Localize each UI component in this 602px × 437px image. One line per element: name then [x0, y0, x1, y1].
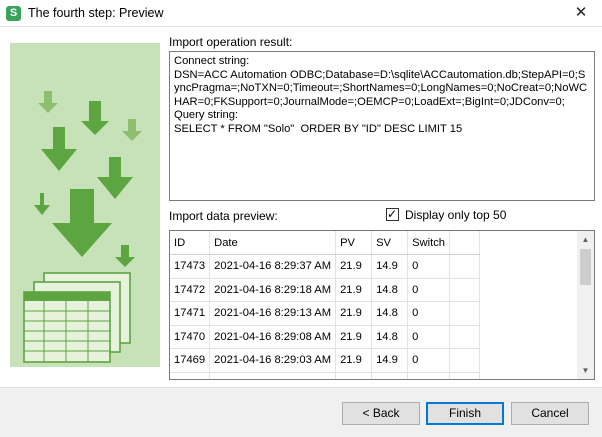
column-header-filler	[449, 231, 481, 255]
table-cell-filler	[449, 254, 481, 279]
column-header[interactable]: Date	[209, 231, 337, 255]
table-cell: 17469	[170, 348, 211, 373]
column-header[interactable]: PV	[335, 231, 373, 255]
table-cell: 17473	[170, 254, 211, 279]
column-header[interactable]: ID	[170, 231, 211, 255]
cancel-button[interactable]: Cancel	[511, 402, 589, 425]
table-cell: 17472	[170, 278, 211, 302]
table-cell: 2021-04-16 8:29:18 AM	[209, 278, 337, 302]
scrollbar-thumb[interactable]	[580, 249, 591, 285]
table-cell: 21.9	[335, 301, 373, 326]
table-cell-filler	[449, 372, 481, 379]
wizard-content: Import operation result: Connect string:…	[0, 27, 602, 387]
table-cell: 0	[407, 325, 451, 349]
table-cell: 14.8	[371, 278, 409, 302]
table-cell: 2021-04-16 8:28:58 AM	[209, 372, 337, 379]
table-cell: 0	[407, 372, 451, 379]
vertical-scrollbar[interactable]: ▲ ▼	[577, 231, 594, 379]
close-icon[interactable]: ✕	[560, 0, 602, 27]
table-cell: 0	[407, 348, 451, 373]
table-cell: 0	[407, 278, 451, 302]
table-row[interactable]: 17468 2021-04-16 8:28:58 AM 21.9 14.8 0	[170, 372, 481, 379]
table-cell: 17468	[170, 372, 211, 379]
table-cell: 14.8	[371, 301, 409, 326]
title-bar: S The fourth step: Preview ✕	[0, 0, 602, 27]
back-button[interactable]: < Back	[342, 402, 420, 425]
window-title: The fourth step: Preview	[28, 6, 164, 20]
download-arrows-icon	[23, 91, 142, 363]
scroll-up-icon[interactable]: ▲	[577, 231, 594, 248]
column-header[interactable]: Switch	[407, 231, 451, 255]
checkmark-icon: ✓	[387, 207, 398, 221]
table-cell: 21.9	[335, 372, 373, 379]
preview-grid[interactable]: ID Date PV SV Switch 17473 2021-04-16 8:…	[169, 230, 595, 380]
table-cell: 2021-04-16 8:29:08 AM	[209, 325, 337, 349]
table-cell-filler	[449, 348, 481, 373]
table-cell: 17470	[170, 325, 211, 349]
scroll-down-icon[interactable]: ▼	[577, 362, 594, 379]
table-cell: 14.9	[371, 348, 409, 373]
table-cell: 21.9	[335, 325, 373, 349]
result-textbox[interactable]: Connect string: DSN=ACC Automation ODBC;…	[169, 51, 595, 201]
display-top-label[interactable]: Display only top 50	[405, 208, 506, 222]
preview-label: Import data preview:	[169, 209, 278, 223]
app-icon: S	[6, 6, 21, 21]
table-cell: 0	[407, 301, 451, 326]
finish-button[interactable]: Finish	[426, 402, 504, 425]
table-cell: 2021-04-16 8:29:13 AM	[209, 301, 337, 326]
table-cell: 2021-04-16 8:29:03 AM	[209, 348, 337, 373]
table-cell: 17471	[170, 301, 211, 326]
table-cell-filler	[449, 278, 481, 302]
column-header[interactable]: SV	[371, 231, 409, 255]
table-row[interactable]: 17471 2021-04-16 8:29:13 AM 21.9 14.8 0	[170, 301, 481, 326]
table-cell: 14.8	[371, 325, 409, 349]
table-row[interactable]: 17470 2021-04-16 8:29:08 AM 21.9 14.8 0	[170, 325, 481, 349]
button-bar: < Back Finish Cancel	[0, 387, 602, 437]
table-cell: 14.8	[371, 372, 409, 379]
import-illustration	[10, 43, 160, 367]
table-cell: 21.9	[335, 278, 373, 302]
table-cell: 14.9	[371, 254, 409, 279]
display-top-checkbox[interactable]: ✓	[386, 207, 399, 221]
table-row[interactable]: 17472 2021-04-16 8:29:18 AM 21.9 14.8 0	[170, 278, 481, 302]
table-cell-filler	[449, 325, 481, 349]
header-row: ID Date PV SV Switch	[170, 231, 481, 255]
table-row[interactable]: 17473 2021-04-16 8:29:37 AM 21.9 14.9 0	[170, 254, 481, 279]
table-cell: 21.9	[335, 348, 373, 373]
table-cell-filler	[449, 301, 481, 326]
preview-table: ID Date PV SV Switch 17473 2021-04-16 8:…	[170, 231, 481, 379]
table-cell: 0	[407, 254, 451, 279]
table-cell: 2021-04-16 8:29:37 AM	[209, 254, 337, 279]
table-cell: 21.9	[335, 254, 373, 279]
result-label: Import operation result:	[169, 35, 293, 49]
table-row[interactable]: 17469 2021-04-16 8:29:03 AM 21.9 14.9 0	[170, 348, 481, 373]
